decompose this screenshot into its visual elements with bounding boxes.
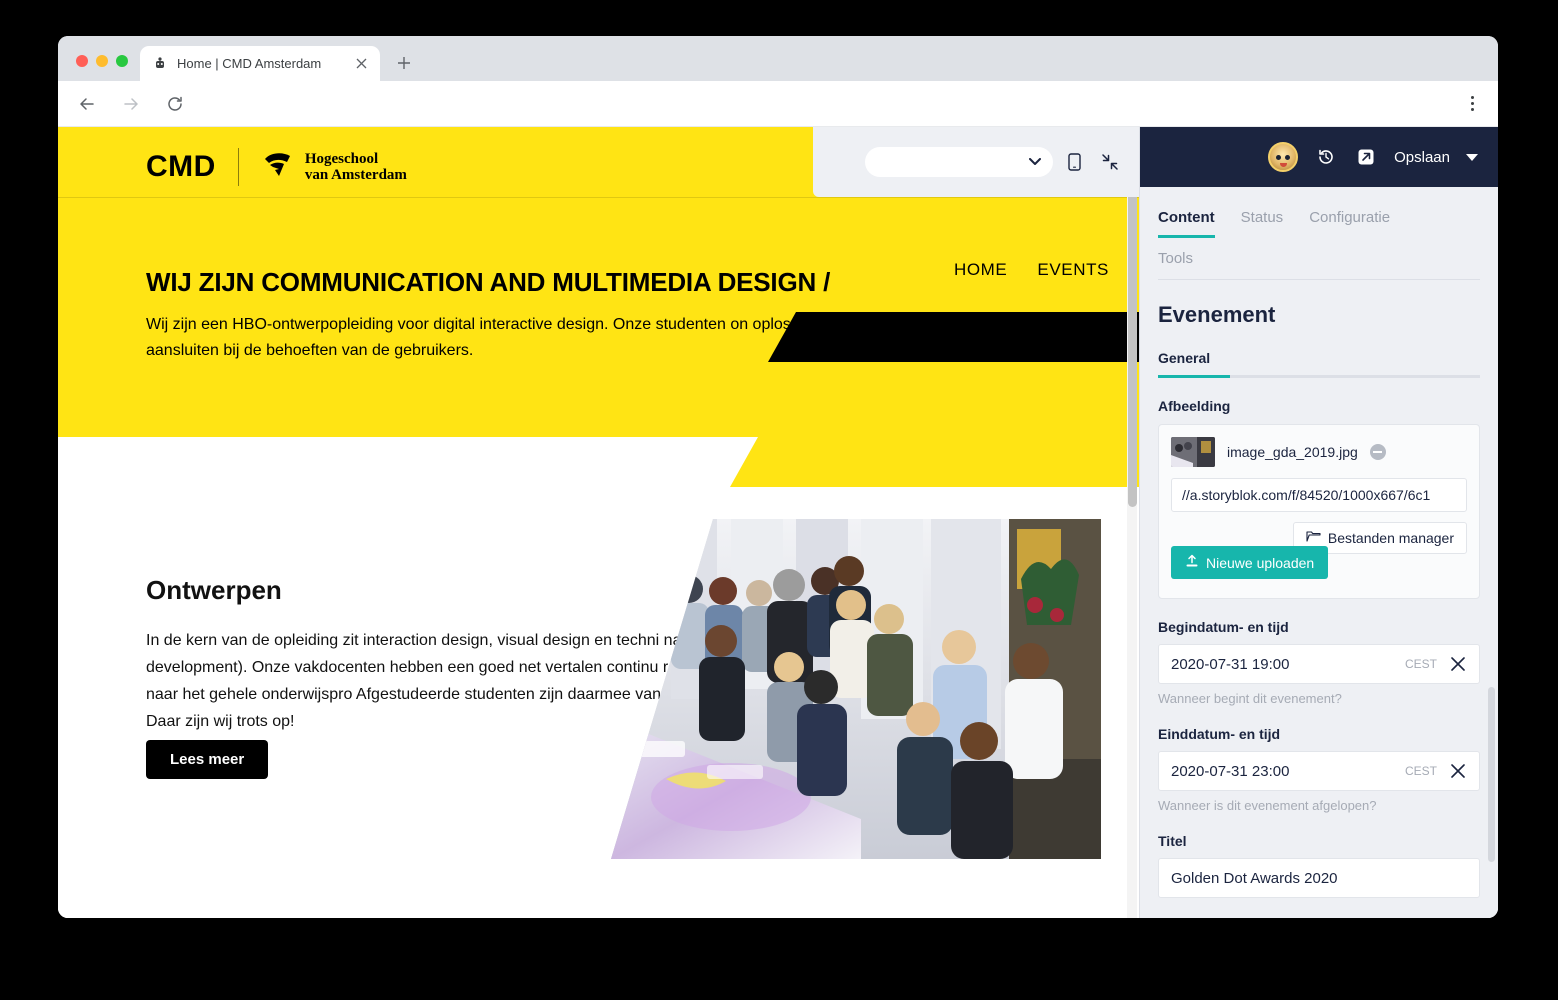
- history-revert-icon[interactable]: [1314, 145, 1338, 169]
- hva-line2: van Amsterdam: [304, 166, 407, 183]
- preview-scrollbar-thumb[interactable]: [1128, 157, 1137, 507]
- component-title: Evenement: [1158, 302, 1276, 327]
- einddatum-input[interactable]: 2020-07-31 23:00 CEST: [1158, 751, 1480, 791]
- site-logo[interactable]: CMD Hogeschool van Amsterdam: [146, 147, 407, 186]
- field-label-afbeelding: Afbeelding: [1158, 398, 1231, 414]
- hero-black-band: [768, 312, 1139, 362]
- hero-heading: WIJ ZIJN COMMUNICATION AND MULTIMEDIA DE…: [146, 267, 831, 297]
- einddatum-hint: Wanneer is dit evenement afgelopen?: [1158, 798, 1377, 813]
- cmd-wordmark: CMD: [146, 149, 216, 183]
- reload-button[interactable]: [164, 93, 186, 115]
- editor-viewport: CMD Hogeschool van Amsterdam WIJ ZIJN CO…: [58, 127, 1498, 918]
- hero-divider: [58, 197, 1139, 198]
- hva-name: Hogeschool van Amsterdam: [305, 151, 407, 183]
- tab-content[interactable]: Content: [1158, 209, 1215, 238]
- mobile-preview-icon[interactable]: [1059, 147, 1089, 177]
- preview-url-select[interactable]: [865, 147, 1053, 177]
- forward-button[interactable]: [120, 93, 142, 115]
- nav-item-events[interactable]: EVENTS: [1037, 260, 1109, 280]
- editor-preview-toolbar: [813, 127, 1139, 197]
- editor-sidebar: Opslaan Content Status Configuratie Tool…: [1139, 127, 1498, 918]
- site-nav: HOME EVENTS: [954, 260, 1109, 280]
- save-chevron-down-icon[interactable]: [1466, 153, 1478, 161]
- sidebar-tabs: Content Status Configuratie: [1140, 187, 1498, 238]
- field-label-titel: Titel: [1158, 833, 1187, 849]
- user-avatar[interactable]: [1268, 142, 1299, 172]
- window-controls: [58, 55, 128, 81]
- tab-tools[interactable]: Tools: [1140, 238, 1498, 267]
- remove-asset-icon[interactable]: [1369, 444, 1386, 460]
- save-button[interactable]: Opslaan: [1394, 149, 1450, 166]
- browser-tab[interactable]: Home | CMD Amsterdam: [140, 46, 380, 81]
- close-window-button[interactable]: [76, 55, 88, 67]
- general-tab-underline: [1158, 375, 1480, 378]
- titel-value: Golden Dot Awards 2020: [1171, 869, 1338, 887]
- einddatum-timezone: CEST: [1404, 764, 1437, 778]
- asset-field: image_gda_2019.jpg //a.storyblok.com/f/8…: [1158, 424, 1480, 599]
- upload-icon: [1185, 554, 1199, 571]
- hva-logo: Hogeschool van Amsterdam: [261, 147, 407, 186]
- open-external-icon[interactable]: [1354, 145, 1378, 169]
- field-label-begindatum: Begindatum- en tijd: [1158, 619, 1289, 635]
- event-photo: [611, 519, 1101, 859]
- browser-menu-icon[interactable]: [1462, 96, 1482, 111]
- editor-top-actions: Opslaan: [1140, 127, 1498, 187]
- new-tab-button[interactable]: [390, 49, 418, 77]
- nieuwe-uploaden-label: Nieuwe uploaden: [1206, 554, 1315, 571]
- titel-input[interactable]: Golden Dot Awards 2020: [1158, 858, 1480, 898]
- site-preview: CMD Hogeschool van Amsterdam WIJ ZIJN CO…: [58, 127, 1139, 918]
- folder-icon: [1306, 530, 1321, 546]
- chevron-down-icon: [1029, 153, 1041, 171]
- tab-status[interactable]: Status: [1241, 209, 1284, 238]
- close-tab-icon[interactable]: [352, 55, 370, 73]
- asset-filename: image_gda_2019.jpg: [1227, 444, 1358, 460]
- asset-buttons: Bestanden manager Nieuwe uploaden: [1171, 522, 1467, 586]
- maximize-window-button[interactable]: [116, 55, 128, 67]
- robot-favicon: [152, 56, 168, 72]
- begindatum-timezone: CEST: [1404, 657, 1437, 671]
- nav-item-home[interactable]: HOME: [954, 260, 1007, 280]
- tab-general[interactable]: General: [1140, 328, 1498, 366]
- clear-begindatum-icon[interactable]: [1449, 655, 1467, 673]
- einddatum-value: 2020-07-31 23:00: [1171, 762, 1290, 780]
- asset-row: image_gda_2019.jpg: [1171, 437, 1467, 467]
- tab-title: Home | CMD Amsterdam: [177, 56, 322, 71]
- section-heading: Ontwerpen: [146, 575, 282, 605]
- asset-thumbnail: [1171, 437, 1215, 467]
- sidebar-scrollbar-thumb[interactable]: [1488, 687, 1495, 862]
- hva-line1: Hogeschool: [304, 150, 379, 167]
- collapse-icon[interactable]: [1095, 147, 1125, 177]
- tab-configuratie[interactable]: Configuratie: [1309, 209, 1390, 238]
- clear-einddatum-icon[interactable]: [1449, 762, 1467, 780]
- hva-flag-icon: [261, 147, 295, 186]
- tab-strip: Home | CMD Amsterdam: [58, 36, 1498, 81]
- bestanden-manager-label: Bestanden manager: [1327, 530, 1454, 546]
- back-button[interactable]: [76, 93, 98, 115]
- begindatum-hint: Wanneer begint dit evenement?: [1158, 691, 1342, 706]
- asset-url-input[interactable]: //a.storyblok.com/f/84520/1000x667/6c1: [1171, 478, 1467, 512]
- begindatum-value: 2020-07-31 19:00: [1171, 655, 1290, 673]
- browser-toolbar: [58, 81, 1498, 127]
- nieuwe-uploaden-button[interactable]: Nieuwe uploaden: [1171, 546, 1329, 579]
- begindatum-input[interactable]: 2020-07-31 19:00 CEST: [1158, 644, 1480, 684]
- field-label-einddatum: Einddatum- en tijd: [1158, 726, 1281, 742]
- browser-window: Home | CMD Amsterdam CMD Hogeschool van …: [58, 36, 1498, 918]
- read-more-button[interactable]: Lees meer: [146, 740, 269, 779]
- minimize-window-button[interactable]: [96, 55, 108, 67]
- logo-divider: [237, 147, 239, 186]
